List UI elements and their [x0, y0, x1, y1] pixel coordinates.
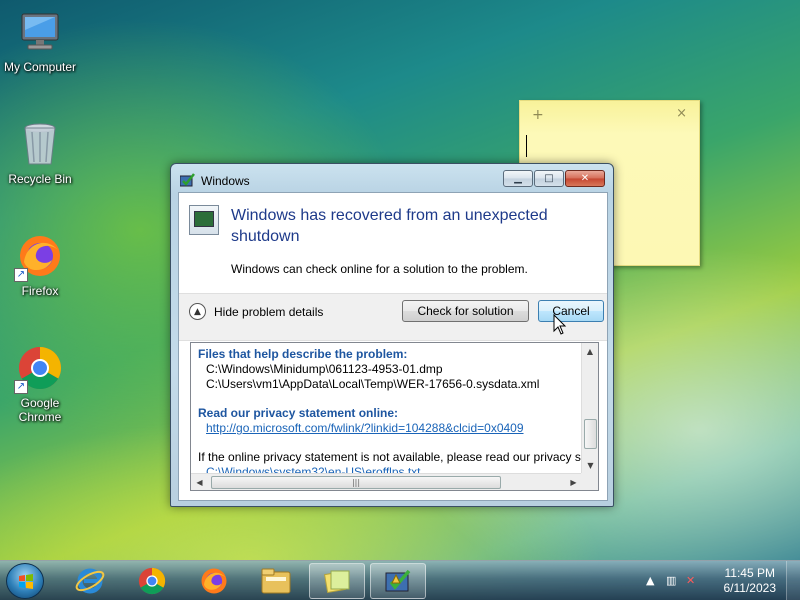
desktop-icon-chrome[interactable]: ↗ Google Chrome	[0, 344, 80, 424]
taskbar-chrome[interactable]	[124, 563, 180, 599]
horizontal-scrollbar[interactable]: ◀ ||| ▶	[191, 473, 582, 490]
problem-report-dialog: Windows ▁ □ ✕ Windows has recovered from…	[170, 163, 614, 507]
desktop-icon-my-computer[interactable]: My Computer	[0, 8, 80, 74]
shortcut-arrow-icon: ↗	[14, 268, 28, 282]
dialog-titlebar[interactable]: Windows ▁ □ ✕	[171, 164, 613, 192]
internet-explorer-icon	[75, 568, 105, 594]
show-desktop-button[interactable]	[786, 561, 800, 600]
firefox-icon: ↗	[14, 232, 64, 282]
sticky-notes-icon	[323, 570, 350, 594]
windows-logo-icon	[19, 574, 33, 589]
network-icon[interactable]: ▥	[666, 574, 676, 587]
computer-icon	[16, 8, 64, 56]
taskbar-sticky-notes[interactable]	[309, 563, 365, 599]
text-caret	[526, 135, 527, 157]
dialog-content: Windows has recovered from an unexpected…	[178, 192, 608, 501]
hide-details-toggle[interactable]: ▲ Hide problem details	[189, 303, 323, 320]
windows-check-icon	[180, 173, 195, 187]
taskbar: ▲ ▥ ✕ 11:45 PM 6/11/2023	[0, 560, 800, 600]
desktop-icon-recycle-bin[interactable]: Recycle Bin	[0, 120, 80, 186]
dialog-title: Windows	[201, 174, 250, 188]
minimize-icon: ▁	[514, 173, 522, 184]
privacy-heading: Read our privacy statement online:	[198, 406, 399, 420]
shortcut-arrow-icon: ↗	[14, 380, 28, 394]
file-path: C:\Windows\Minidump\061123-4953-01.dmp	[206, 362, 443, 376]
check-for-solution-button[interactable]: Check for solution	[402, 300, 529, 322]
problem-report-icon	[189, 205, 219, 235]
cancel-button[interactable]: Cancel	[538, 300, 604, 322]
scroll-down-icon[interactable]: ▼	[582, 457, 598, 474]
scroll-up-icon[interactable]: ▲	[582, 343, 598, 360]
chrome-icon	[138, 567, 166, 595]
close-icon: ✕	[580, 173, 590, 184]
vertical-scroll-thumb[interactable]	[584, 419, 597, 449]
problem-details-box[interactable]: Files that help describe the problem: C:…	[190, 342, 599, 491]
horizontal-scroll-thumb[interactable]: |||	[211, 476, 501, 489]
toggle-label: Hide problem details	[214, 304, 324, 319]
folder-icon	[261, 568, 291, 594]
desktop-icon-label: My Computer	[3, 60, 77, 74]
recycle-bin-icon	[16, 120, 64, 168]
taskbar-internet-explorer[interactable]	[62, 563, 118, 599]
desktop-icon-firefox[interactable]: ↗ Firefox	[0, 232, 80, 298]
desktop-icon-label: Recycle Bin	[8, 172, 72, 186]
taskbar-firefox[interactable]	[186, 563, 242, 599]
clock-time: 11:45 PM	[724, 566, 775, 580]
show-hidden-icons-icon[interactable]: ▲	[646, 574, 654, 587]
firefox-icon	[201, 568, 227, 594]
close-button[interactable]: ✕	[565, 170, 605, 187]
scroll-left-icon[interactable]: ◀	[191, 474, 208, 490]
dialog-headline: Windows has recovered from an unexpected…	[231, 207, 548, 245]
minimize-button[interactable]: ▁	[503, 170, 533, 187]
start-button[interactable]	[6, 563, 44, 599]
scrollbar-corner	[581, 473, 598, 490]
maximize-button[interactable]: □	[534, 170, 564, 187]
desktop-icon-label: Google Chrome	[18, 396, 62, 424]
files-heading: Files that help describe the problem:	[198, 347, 408, 361]
clock-date: 6/11/2023	[723, 581, 777, 595]
volume-muted-icon[interactable]: ✕	[686, 574, 695, 587]
mouse-cursor-icon	[553, 314, 567, 335]
vertical-scrollbar[interactable]: ▲ ▼	[581, 343, 598, 474]
file-path: C:\Users\vm1\AppData\Local\Temp\WER-1765…	[206, 377, 540, 391]
action-center-icon	[385, 569, 411, 592]
scroll-right-icon[interactable]: ▶	[565, 474, 582, 490]
taskbar-windows-explorer[interactable]	[248, 563, 304, 599]
clock[interactable]: 11:45 PM 6/11/2023	[724, 566, 777, 596]
add-note-icon[interactable]: +	[532, 107, 544, 123]
chevron-up-icon: ▲	[189, 303, 206, 320]
close-note-icon[interactable]: ×	[676, 106, 687, 121]
dialog-subtext: Windows can check online for a solution …	[231, 262, 528, 276]
system-tray: ▲ ▥ ✕ 11:45 PM 6/11/2023	[640, 561, 800, 600]
maximize-icon: □	[544, 173, 554, 184]
sticky-note-header: + ×	[520, 101, 699, 129]
offline-text: If the online privacy statement is not a…	[198, 450, 586, 464]
chrome-icon: ↗	[14, 344, 64, 394]
desktop-icon-label: Firefox	[21, 284, 59, 298]
dialog-message-area: Windows has recovered from an unexpected…	[179, 193, 607, 293]
privacy-link[interactable]: http://go.microsoft.com/fwlink/?linkid=1…	[198, 421, 586, 436]
taskbar-problem-reports[interactable]	[370, 563, 426, 599]
